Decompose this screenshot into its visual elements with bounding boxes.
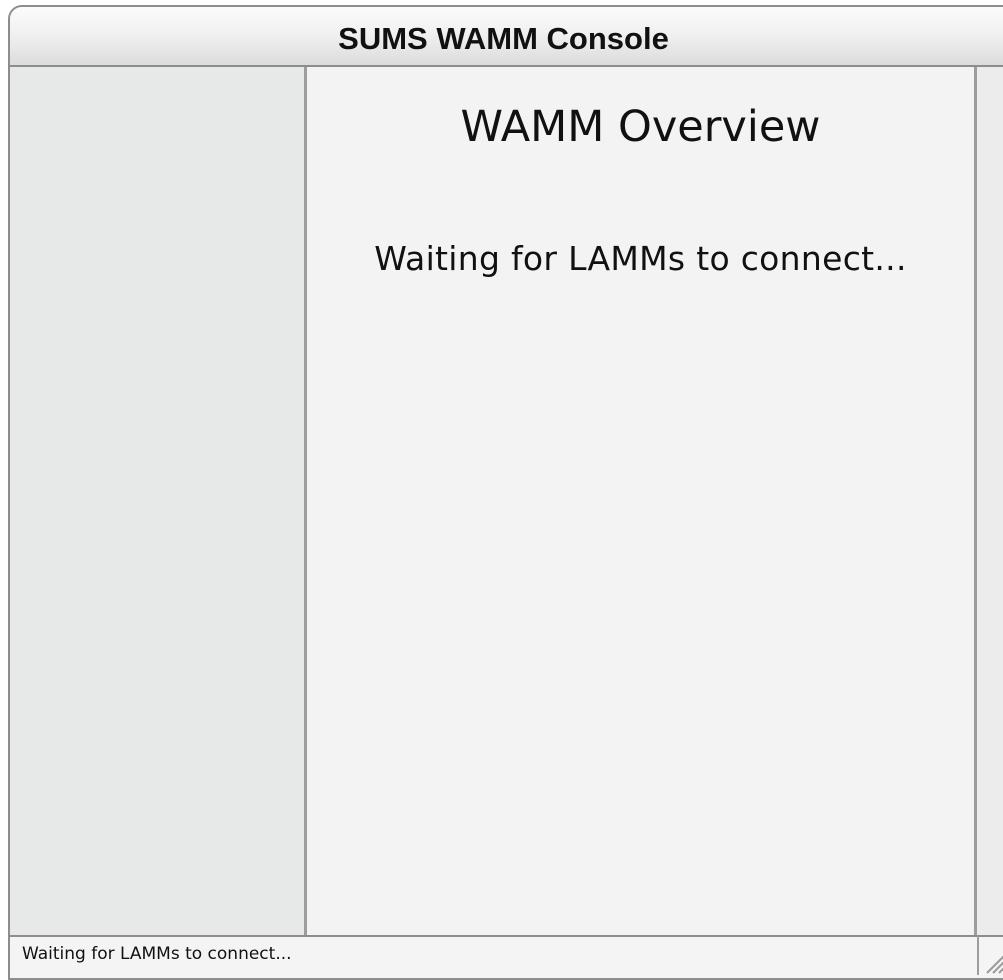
resize-grip-icon[interactable] xyxy=(977,935,1003,975)
sidebar-panel xyxy=(10,67,307,935)
main-window: SUMS WAMM Console WAMM Overview Waiting … xyxy=(8,5,1003,980)
status-text: Waiting for LAMMs to connect... xyxy=(22,944,292,964)
page-title: WAMM Overview xyxy=(460,102,821,152)
window-title: SUMS WAMM Console xyxy=(338,21,669,56)
right-panel xyxy=(977,67,1003,935)
waiting-message: Waiting for LAMMs to connect... xyxy=(374,239,907,278)
window-titlebar[interactable]: SUMS WAMM Console xyxy=(10,7,1003,67)
status-bar: Waiting for LAMMs to connect... xyxy=(10,935,1003,975)
resize-grip-graphic xyxy=(986,955,1003,974)
overview-panel: WAMM Overview Waiting for LAMMs to conne… xyxy=(307,67,977,935)
